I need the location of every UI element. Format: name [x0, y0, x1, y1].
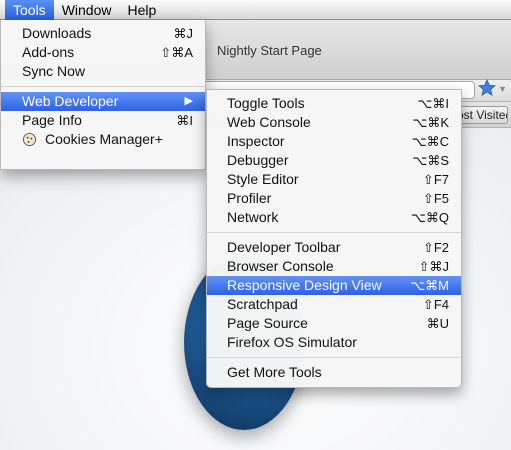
menu-item-label: Debugger: [227, 152, 289, 168]
tab-title[interactable]: Nightly Start Page: [217, 43, 322, 58]
menu-item-web-developer[interactable]: Web Developer ▶: [1, 92, 205, 111]
menu-item-debugger[interactable]: Debugger ⌥⌘S: [207, 151, 461, 170]
chevron-down-icon[interactable]: ▼: [498, 84, 507, 94]
menu-tools[interactable]: Tools: [5, 0, 54, 20]
menu-item-shortcut: ⇧F5: [422, 191, 449, 206]
menu-item-shortcut: ⌥⌘S: [412, 153, 449, 168]
menu-item-label: Get More Tools: [227, 364, 322, 380]
menu-separator: [1, 86, 205, 87]
menu-item-shortcut: ⇧F4: [422, 297, 449, 312]
menu-item-shortcut: ⌥⌘Q: [410, 210, 449, 225]
menu-item-get-more-tools[interactable]: Get More Tools: [207, 363, 461, 382]
tools-menu: Downloads ⌘J Add-ons ⇧⌘A Sync Now Web De…: [0, 20, 206, 170]
menu-item-label: Downloads: [22, 25, 92, 41]
menu-item-scratchpad[interactable]: Scratchpad ⇧F4: [207, 295, 461, 314]
menu-item-page-info[interactable]: Page Info ⌘I: [1, 111, 205, 130]
menu-item-label: Browser Console: [227, 258, 334, 274]
menu-item-label: Scratchpad: [227, 296, 298, 312]
menu-item-label: Responsive Design View: [227, 277, 382, 293]
menu-item-label: Toggle Tools: [227, 95, 305, 111]
submenu-arrow-icon: ▶: [184, 95, 193, 107]
menu-item-shortcut: ⇧⌘A: [160, 45, 193, 60]
menu-item-label: Cookies Manager+: [45, 131, 163, 147]
bookmark-star-icon[interactable]: [478, 79, 496, 97]
menu-item-responsive-design-view[interactable]: Responsive Design View ⌥⌘M: [207, 276, 461, 295]
menu-item-label: Web Console: [227, 114, 311, 130]
menu-window[interactable]: Window: [54, 0, 120, 20]
menu-item-label: Page Info: [22, 112, 82, 128]
menu-item-developer-toolbar[interactable]: Developer Toolbar ⇧F2: [207, 238, 461, 257]
menu-item-label: Developer Toolbar: [227, 239, 341, 255]
menu-item-label: Web Developer: [22, 93, 119, 109]
menu-item-shortcut: ⌥⌘M: [410, 278, 449, 293]
menu-item-web-console[interactable]: Web Console ⌥⌘K: [207, 113, 461, 132]
menu-item-shortcut: ⌥⌘C: [411, 134, 449, 149]
menu-help[interactable]: Help: [119, 0, 164, 20]
menu-item-downloads[interactable]: Downloads ⌘J: [1, 24, 205, 43]
menu-item-cookies-manager[interactable]: Cookies Manager+: [1, 130, 205, 149]
menu-item-shortcut: ⌘I: [176, 113, 193, 128]
menu-item-toggle-tools[interactable]: Toggle Tools ⌥⌘I: [207, 94, 461, 113]
menu-item-shortcut: ⌥⌘I: [417, 96, 449, 111]
menu-item-shortcut: ⌥⌘K: [412, 115, 449, 130]
menu-item-shortcut: ⌘U: [426, 316, 449, 331]
menu-separator: [207, 357, 461, 358]
menu-item-network[interactable]: Network ⌥⌘Q: [207, 208, 461, 227]
menu-item-shortcut: ⇧F2: [422, 240, 449, 255]
menu-item-label: Page Source: [227, 315, 308, 331]
menu-item-label: Firefox OS Simulator: [227, 334, 357, 350]
menu-item-shortcut: ⇧⌘J: [418, 259, 449, 274]
menu-item-label: Inspector: [227, 133, 285, 149]
cookie-icon: [22, 132, 37, 147]
menu-item-add-ons[interactable]: Add-ons ⇧⌘A: [1, 43, 205, 62]
menu-item-shortcut: ⇧F7: [422, 172, 449, 187]
menu-item-profiler[interactable]: Profiler ⇧F5: [207, 189, 461, 208]
menu-item-inspector[interactable]: Inspector ⌥⌘C: [207, 132, 461, 151]
menu-item-browser-console[interactable]: Browser Console ⇧⌘J: [207, 257, 461, 276]
menu-item-firefox-os-simulator[interactable]: Firefox OS Simulator: [207, 333, 461, 352]
menu-item-sync-now[interactable]: Sync Now: [1, 62, 205, 81]
menu-separator: [207, 232, 461, 233]
menu-item-label: Add-ons: [22, 44, 75, 60]
menu-item-label: Style Editor: [227, 171, 299, 187]
menu-item-label: Sync Now: [22, 63, 86, 79]
menu-bar: Tools Window Help: [0, 0, 511, 20]
menu-item-style-editor[interactable]: Style Editor ⇧F7: [207, 170, 461, 189]
menu-item-page-source[interactable]: Page Source ⌘U: [207, 314, 461, 333]
menu-item-label: Network: [227, 209, 279, 225]
web-developer-submenu: Toggle Tools ⌥⌘I Web Console ⌥⌘K Inspect…: [206, 89, 462, 388]
menu-item-shortcut: ⌘J: [173, 26, 194, 41]
menu-item-label: Profiler: [227, 190, 272, 206]
